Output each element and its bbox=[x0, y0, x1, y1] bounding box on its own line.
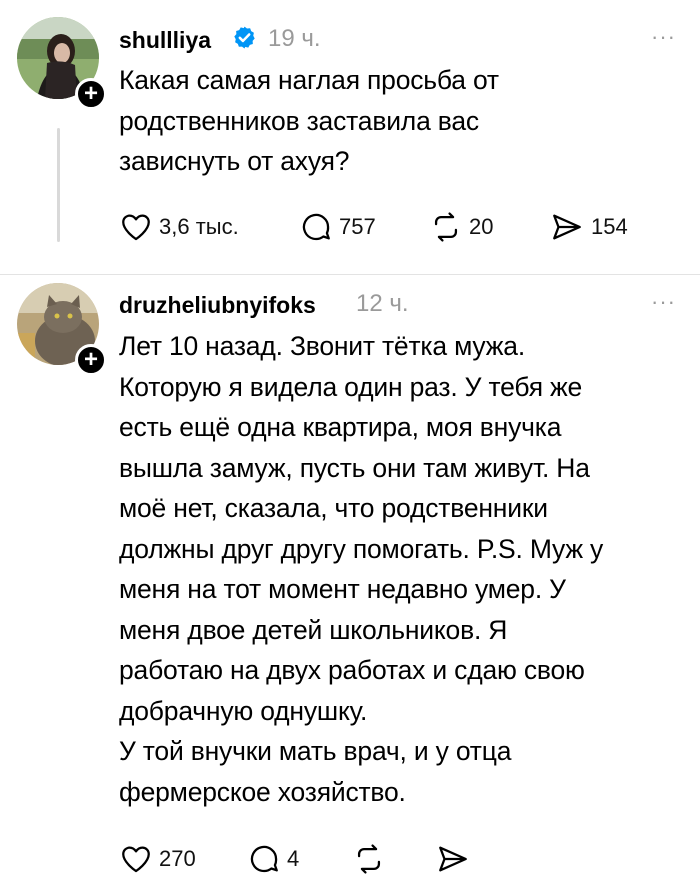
post-time: 12 ч. bbox=[356, 290, 409, 317]
post-text: Лет 10 назад. Звонит тётка мужа. Которую… bbox=[119, 331, 604, 807]
post-text: Какая самая наглая просьба от родственни… bbox=[119, 65, 499, 176]
post-2: + druzheliubnyifoks 12 ч. ··· Лет 10 наз… bbox=[0, 275, 700, 891]
like-button[interactable]: 3,6 тыс. bbox=[119, 210, 239, 244]
follow-plus-button[interactable]: + bbox=[75, 78, 107, 110]
like-count: 3,6 тыс. bbox=[159, 214, 239, 239]
heart-icon bbox=[122, 846, 150, 873]
like-count: 270 bbox=[159, 846, 196, 871]
username[interactable]: druzheliubnyifoks bbox=[119, 292, 316, 319]
comment-count: 4 bbox=[287, 846, 300, 871]
more-options-icon[interactable]: ··· bbox=[651, 24, 676, 50]
comment-icon bbox=[302, 213, 330, 241]
verified-badge-icon bbox=[234, 26, 255, 49]
repost-icon bbox=[434, 212, 458, 242]
more-options-icon[interactable]: ··· bbox=[651, 289, 676, 315]
comment-button[interactable]: 4 bbox=[247, 842, 299, 876]
share-icon bbox=[439, 846, 467, 872]
thread-line bbox=[57, 128, 60, 242]
repost-button[interactable]: 20 bbox=[429, 210, 493, 244]
post-actions: 3,6 тыс. 757 20 154 bbox=[119, 210, 679, 250]
repost-count: 20 bbox=[469, 214, 494, 239]
comment-icon bbox=[250, 845, 278, 873]
post-actions: 270 4 bbox=[119, 842, 519, 882]
share-button[interactable] bbox=[435, 842, 471, 876]
post-time: 19 ч. bbox=[268, 25, 321, 52]
post-1: + shullliya 19 ч. ··· Какая самая наглая… bbox=[0, 0, 700, 274]
username[interactable]: shullliya bbox=[119, 27, 211, 54]
repost-button[interactable] bbox=[352, 842, 386, 876]
share-button[interactable]: 154 bbox=[549, 210, 628, 244]
repost-icon bbox=[357, 844, 381, 874]
share-count: 154 bbox=[591, 214, 628, 239]
follow-plus-button[interactable]: + bbox=[75, 344, 107, 376]
comment-count: 757 bbox=[339, 214, 376, 239]
share-icon bbox=[553, 214, 581, 240]
heart-icon bbox=[122, 214, 150, 241]
like-button[interactable]: 270 bbox=[119, 842, 196, 876]
comment-button[interactable]: 757 bbox=[299, 210, 376, 244]
